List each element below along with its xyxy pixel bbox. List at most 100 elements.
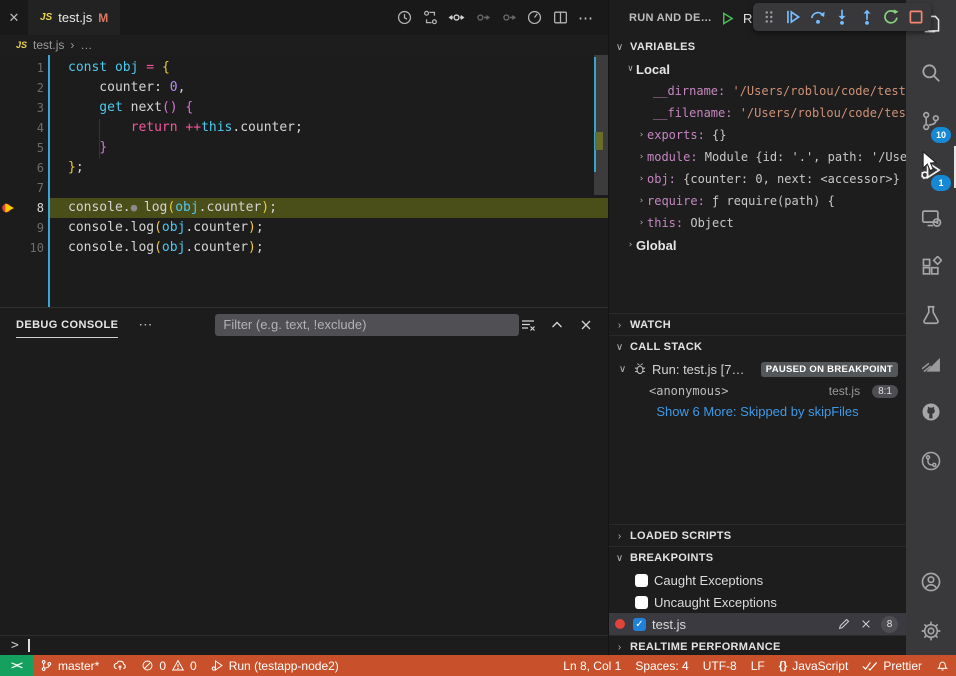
breadcrumb-file[interactable]: test.js [33, 38, 64, 52]
code-line-6[interactable]: 6}; [0, 158, 608, 178]
step-over-icon[interactable] [809, 8, 827, 26]
reverse-continue-icon[interactable] [474, 9, 491, 26]
gutter-2[interactable]: 2 [0, 78, 48, 98]
sync-changes-item[interactable] [106, 655, 134, 676]
variable-row-module[interactable]: ›module: Module {id: '.', path: '/Users… [609, 146, 906, 168]
variable-row-__dirname[interactable]: __dirname: '/Users/roblou/code/testapp… [609, 80, 906, 102]
tab-testjs[interactable]: JS test.js M [28, 0, 120, 35]
variable-row-Global[interactable]: ›Global [609, 234, 906, 256]
code-line-1[interactable]: 1const obj = { [0, 58, 608, 78]
encoding-item[interactable]: UTF-8 [696, 655, 744, 676]
settings-gear-icon[interactable] [906, 607, 956, 656]
remove-breakpoint-icon[interactable] [860, 618, 872, 630]
notifications-bell-icon[interactable] [929, 655, 956, 676]
accounts-icon[interactable] [906, 558, 956, 607]
source-control-icon[interactable]: 10 [906, 97, 956, 146]
variable-row-exports[interactable]: ›exports: {} [609, 124, 906, 146]
code-line-5[interactable]: 5 } [0, 138, 608, 158]
toolbar-drag-handle[interactable] [760, 8, 778, 26]
gutter-1[interactable]: 1 [0, 58, 48, 78]
code-line-10[interactable]: 10console.log(obj.counter); [0, 238, 608, 258]
variable-row-require[interactable]: ›require: ƒ require(path) { [609, 190, 906, 212]
eol-item[interactable]: LF [744, 655, 772, 676]
breadcrumb-symbol[interactable]: … [80, 38, 92, 52]
step-out-icon[interactable] [858, 8, 876, 26]
indentation-item[interactable]: Spaces: 4 [628, 655, 695, 676]
edit-breakpoint-icon[interactable] [837, 617, 851, 631]
debug-session-row[interactable]: ∨ Run: test.js [7… PAUSED ON BREAKPOINT [609, 358, 906, 380]
line-number: 6 [0, 158, 48, 178]
code-line-3[interactable]: 3 get next() { [0, 98, 608, 118]
show-more-link[interactable]: Show 6 More: Skipped by skipFiles [609, 402, 906, 422]
gutter-5[interactable]: 5 [0, 138, 48, 158]
gutter-8[interactable]: 8 [0, 198, 48, 218]
problems-item[interactable]: 0 0 [134, 655, 203, 676]
filter-input[interactable] [215, 314, 519, 336]
continue-alt-icon[interactable] [500, 9, 517, 26]
gutter-9[interactable]: 9 [0, 218, 48, 238]
maximize-panel-icon[interactable] [549, 317, 565, 333]
remote-explorer-icon[interactable] [906, 194, 956, 243]
search-icon[interactable] [906, 49, 956, 98]
github-icon[interactable] [906, 388, 956, 437]
debug-console-input[interactable]: > [0, 635, 608, 655]
breakpoint-checkbox[interactable] [635, 596, 648, 609]
scrollbar-slider[interactable] [594, 55, 608, 195]
close-icon[interactable]: ✕ [0, 10, 28, 26]
breakpoint-row-Caught Exceptions[interactable]: Caught Exceptions [609, 569, 906, 591]
breakpoint-checkbox[interactable] [635, 574, 648, 587]
cursor-position-item[interactable]: Ln 8, Col 1 [556, 655, 628, 676]
variable-row-this[interactable]: ›this: Object [609, 212, 906, 234]
formatter-item[interactable]: Prettier [855, 655, 929, 676]
continue-icon[interactable] [784, 8, 802, 26]
breakpoint-row-Uncaught Exceptions[interactable]: Uncaught Exceptions [609, 591, 906, 613]
gutter-3[interactable]: 3 [0, 98, 48, 118]
loaded-scripts-header[interactable]: › LOADED SCRIPTS [609, 524, 906, 547]
code-line-2[interactable]: 2 counter: 0, [0, 78, 608, 98]
code-line-9[interactable]: 9console.log(obj.counter); [0, 218, 608, 238]
profile-icon[interactable] [526, 9, 543, 26]
gutter-4[interactable]: 4 [0, 118, 48, 138]
gutter-6[interactable]: 6 [0, 158, 48, 178]
breakpoint-checkbox[interactable]: ✓ [633, 618, 646, 631]
open-changes-icon[interactable] [422, 9, 439, 26]
debug-console-output[interactable] [0, 341, 608, 635]
git-branch-item[interactable]: master* [33, 655, 106, 676]
timeline-history-icon[interactable] [396, 9, 413, 26]
testing-beaker-icon[interactable] [906, 291, 956, 340]
start-debug-icon[interactable] [720, 11, 735, 26]
triangle-extension-icon[interactable] [906, 340, 956, 389]
github-pr-icon[interactable] [906, 437, 956, 486]
step-into-icon[interactable] [833, 8, 851, 26]
remote-indicator[interactable]: >< [0, 655, 33, 676]
extensions-icon[interactable] [906, 243, 956, 292]
more-actions-icon[interactable]: ⋯ [578, 9, 594, 27]
stop-icon[interactable] [907, 8, 925, 26]
clear-console-icon[interactable] [520, 317, 536, 333]
close-panel-icon[interactable] [578, 317, 594, 333]
panel-more-tabs-icon[interactable]: ⋯ [138, 316, 153, 333]
code-editor[interactable]: 1const obj = {2 counter: 0,3 get next() … [0, 55, 608, 307]
breakpoints-header[interactable]: ∨ BREAKPOINTS [609, 546, 906, 569]
breadcrumb[interactable]: JS test.js › … [0, 35, 608, 55]
watch-section-header[interactable]: › WATCH [609, 313, 906, 336]
stack-frame-row[interactable]: <anonymous> test.js 8:1 [609, 380, 906, 402]
restart-icon[interactable] [882, 8, 900, 26]
editor-scrollbar[interactable] [594, 55, 608, 307]
call-stack-section-header[interactable]: ∨ CALL STACK [609, 335, 906, 358]
language-item[interactable]: {} JavaScript [772, 655, 856, 676]
step-back-icon[interactable] [448, 9, 465, 26]
split-editor-icon[interactable] [552, 9, 569, 26]
code-line-7[interactable]: 7 [0, 178, 608, 198]
variables-section-header[interactable]: ∨ VARIABLES [609, 36, 906, 58]
code-line-4[interactable]: 4 return ++this.counter; [0, 118, 608, 138]
variable-row-obj[interactable]: ›obj: {counter: 0, next: <accessor>} [609, 168, 906, 190]
gutter-7[interactable]: 7 [0, 178, 48, 198]
code-line-8[interactable]: 8console.● log(obj.counter); [0, 198, 608, 218]
run-task-item[interactable]: Run (testapp-node2) [204, 655, 346, 676]
breakpoint-row-test.js[interactable]: ✓test.js8 [609, 613, 906, 635]
variable-row-__filename[interactable]: __filename: '/Users/roblou/code/testap… [609, 102, 906, 124]
gutter-10[interactable]: 10 [0, 238, 48, 258]
tab-debug-console[interactable]: DEBUG CONSOLE [16, 311, 118, 338]
variable-row-Local[interactable]: ∨Local [609, 58, 906, 80]
